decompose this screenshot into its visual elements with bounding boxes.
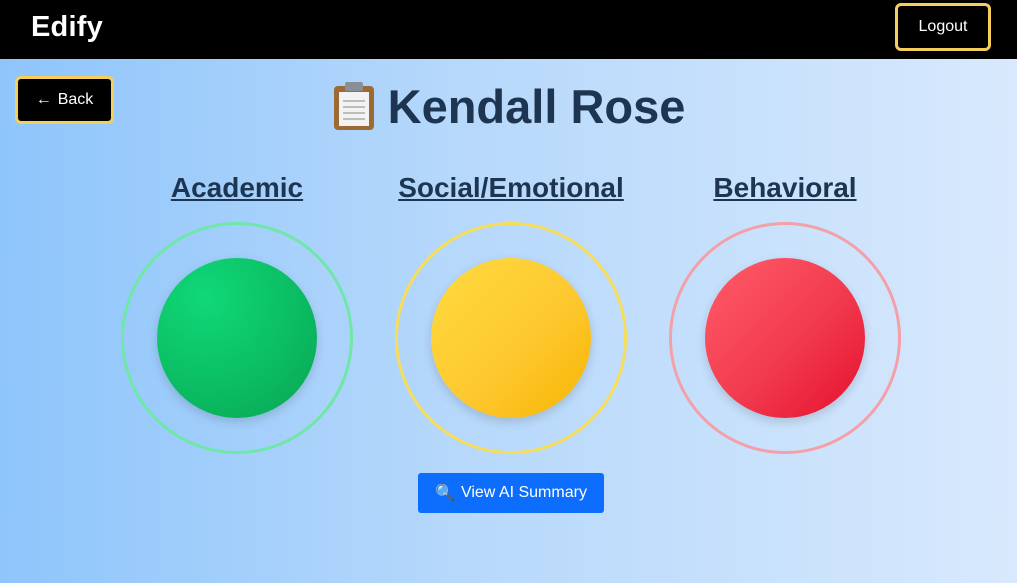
student-header: Kendall Rose [0, 76, 1017, 136]
clipboard-icon [332, 82, 376, 130]
academic-status-ring[interactable] [121, 222, 353, 454]
social-emotional-status-dot[interactable] [431, 258, 591, 418]
top-navbar: Edify Logout [0, 0, 1017, 59]
view-ai-summary-label: View AI Summary [460, 484, 587, 501]
behavioral-status-ring[interactable] [669, 222, 901, 454]
social-emotional-status-ring[interactable] [395, 222, 627, 454]
logout-button[interactable]: Logout [895, 3, 991, 51]
social-emotional-heading[interactable]: Social/Emotional [391, 172, 631, 204]
magnifier-icon: 🔍 [435, 485, 455, 502]
view-ai-summary-button[interactable]: 🔍 View AI Summary [418, 473, 604, 513]
behavioral-heading[interactable]: Behavioral [665, 172, 905, 204]
academic-heading[interactable]: Academic [117, 172, 357, 204]
academic-status-dot[interactable] [157, 258, 317, 418]
brand-logo[interactable]: Edify [31, 11, 103, 44]
behavioral-status-dot[interactable] [705, 258, 865, 418]
student-name: Kendall Rose [387, 79, 686, 133]
